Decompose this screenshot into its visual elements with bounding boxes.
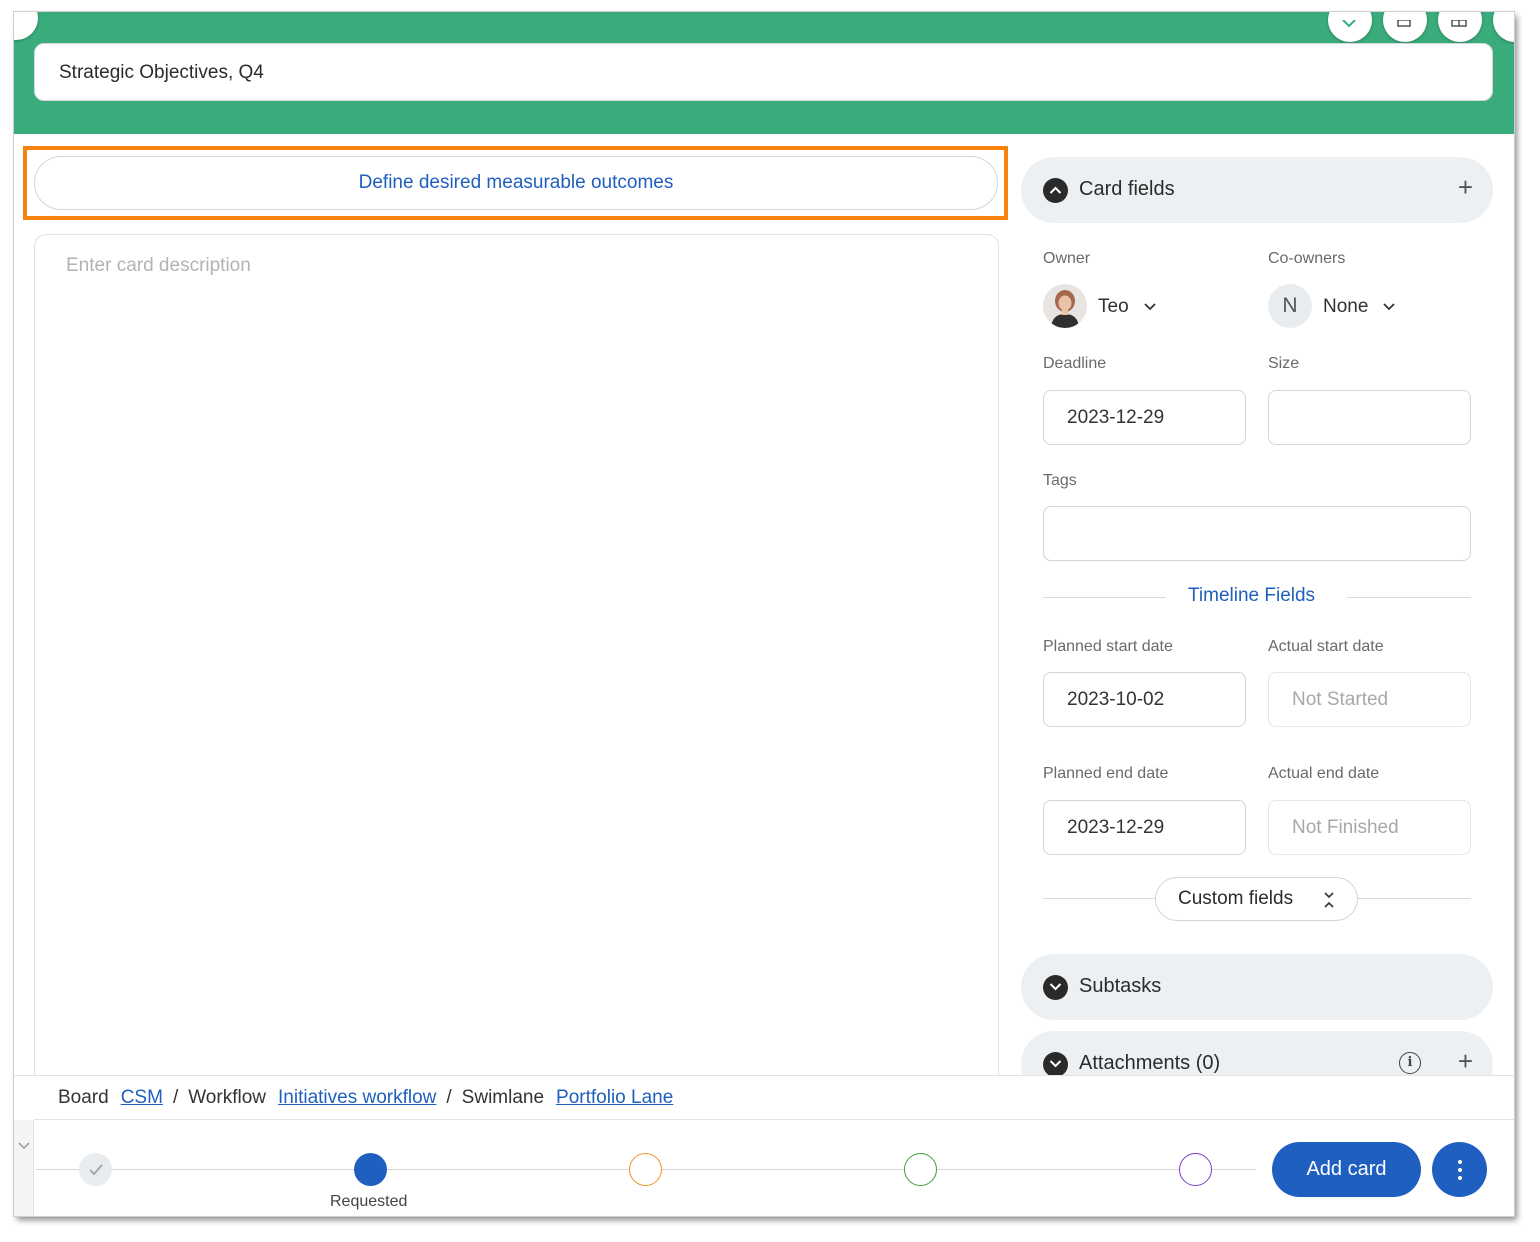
subtitle-highlight: Define desired measurable outcomes: [23, 146, 1008, 220]
owner-label: Owner: [1043, 250, 1091, 267]
header-left-button[interactable]: [14, 12, 38, 40]
chevron-down-icon[interactable]: [1043, 1052, 1068, 1077]
workflow-step-purple[interactable]: [1179, 1153, 1212, 1186]
actual-end-field: Not Finished: [1268, 800, 1471, 855]
breadcrumb-separator: /: [172, 1087, 179, 1108]
tags-label: Tags: [1043, 472, 1077, 489]
footer-collapse-bar[interactable]: [14, 1120, 34, 1216]
planned-end-label: Planned end date: [1043, 765, 1169, 782]
planned-end-field[interactable]: 2023-12-29: [1043, 800, 1246, 855]
coowners-dropdown-chevron-icon[interactable]: [1383, 303, 1395, 311]
chevron-down-icon[interactable]: [18, 1142, 30, 1150]
deadline-label: Deadline: [1043, 355, 1107, 372]
workflow-step-done[interactable]: [79, 1153, 112, 1186]
attachments-label: Attachments (0): [1079, 1052, 1221, 1074]
actual-start-label: Actual start date: [1268, 638, 1384, 655]
card-title-input[interactable]: Strategic Objectives, Q4: [34, 43, 1493, 101]
checkmark-icon: [89, 1164, 103, 1176]
custom-fields-label: Custom fields: [1178, 888, 1294, 909]
coowners-avatar[interactable]: N: [1268, 284, 1312, 328]
owner-dropdown-chevron-icon[interactable]: [1144, 303, 1156, 311]
breadcrumb: Board CSM / Workflow Initiatives workflow / Sw…: [58, 1087, 673, 1109]
timeline-divider-right: [1347, 597, 1471, 598]
more-dot: [1458, 1168, 1462, 1172]
collapse-icon: [1324, 892, 1334, 908]
chevron-down-icon[interactable]: [1043, 975, 1068, 1000]
subtasks-label: Subtasks: [1079, 975, 1162, 997]
planned-start-field[interactable]: 2023-10-02: [1043, 672, 1246, 727]
description-placeholder: Enter card description: [66, 255, 251, 276]
size-label: Size: [1268, 355, 1300, 372]
custom-fields-toggle-button[interactable]: Custom fields: [1155, 877, 1358, 921]
card-footer: Board CSM / Workflow Initiatives workflow / Sw…: [14, 1075, 1514, 1216]
more-dot: [1458, 1176, 1462, 1180]
breadcrumb-workflow-label: Workflow: [188, 1087, 266, 1108]
breadcrumb-workflow-link[interactable]: Initiatives workflow: [278, 1087, 436, 1108]
more-dot: [1458, 1160, 1462, 1164]
size-field[interactable]: [1268, 390, 1471, 445]
breadcrumb-swimlane-label: Swimlane: [461, 1087, 545, 1108]
tags-field[interactable]: [1043, 506, 1471, 561]
layout-button[interactable]: [1438, 12, 1482, 42]
actual-end-label: Actual end date: [1268, 765, 1380, 782]
print-button[interactable]: [1383, 12, 1427, 42]
breadcrumb-board-label: Board: [58, 1087, 109, 1108]
workflow-step-green[interactable]: [904, 1153, 937, 1186]
deadline-field[interactable]: 2023-12-29: [1043, 390, 1246, 445]
workflow-step-orange[interactable]: [629, 1153, 662, 1186]
timeline-fields-title: Timeline Fields: [1188, 585, 1316, 606]
timeline-divider-left: [1043, 597, 1166, 598]
planned-start-label: Planned start date: [1043, 638, 1173, 655]
close-button[interactable]: [1493, 12, 1514, 42]
add-field-button[interactable]: +: [1458, 174, 1473, 200]
card-fields-section-header[interactable]: Card fields +: [1021, 157, 1493, 223]
workflow-step-requested[interactable]: [354, 1153, 387, 1186]
owner-avatar[interactable]: [1043, 284, 1087, 328]
coowners-label: Co-owners: [1268, 250, 1346, 267]
add-attachment-button[interactable]: +: [1458, 1048, 1473, 1074]
actual-start-field: Not Started: [1268, 672, 1471, 727]
more-options-button[interactable]: [1432, 1142, 1487, 1197]
info-icon[interactable]: i: [1399, 1052, 1421, 1074]
add-card-button[interactable]: Add card: [1272, 1142, 1421, 1197]
card-fields-label: Card fields: [1079, 178, 1175, 200]
chevron-up-icon[interactable]: [1043, 178, 1068, 203]
card-details-window: Strategic Objectives, Q4 Define desired …: [14, 12, 1514, 1216]
share-button[interactable]: [1328, 12, 1372, 42]
card-header: Strategic Objectives, Q4: [14, 12, 1514, 134]
card-subtitle-input[interactable]: Define desired measurable outcomes: [34, 156, 998, 210]
footer-divider: [34, 1119, 1514, 1120]
breadcrumb-swimlane-link[interactable]: Portfolio Lane: [556, 1087, 673, 1108]
coowners-value[interactable]: None: [1323, 296, 1368, 318]
card-description-editor[interactable]: Enter card description: [34, 234, 999, 1134]
owner-name[interactable]: Teo: [1098, 296, 1129, 318]
breadcrumb-separator: /: [446, 1087, 452, 1108]
subtasks-section-header[interactable]: Subtasks: [1021, 954, 1493, 1020]
breadcrumb-board-link[interactable]: CSM: [121, 1087, 163, 1108]
workflow-step-label: Requested: [330, 1193, 408, 1210]
